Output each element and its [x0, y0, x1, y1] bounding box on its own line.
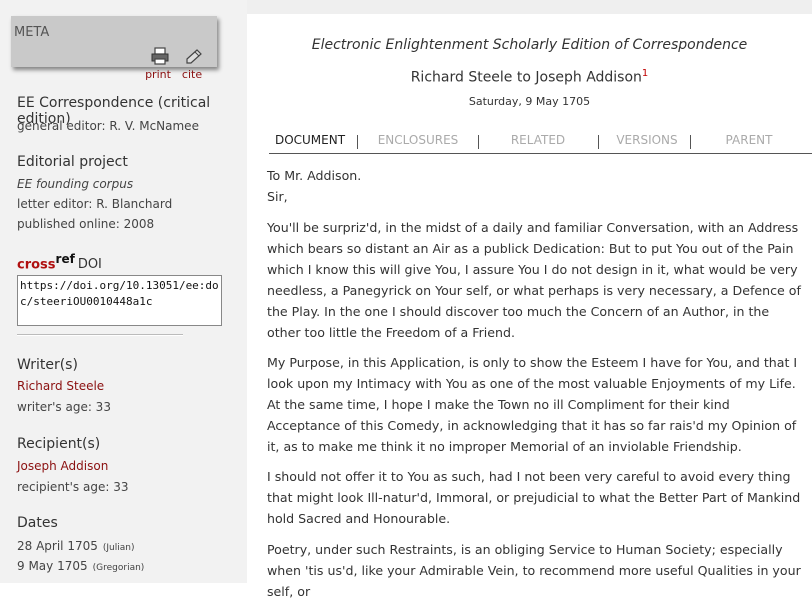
- top-bar: [247, 0, 812, 14]
- letter-title: Richard Steele to Joseph Addison1: [247, 68, 812, 86]
- print-button[interactable]: print: [140, 46, 176, 86]
- general-editor: general editor: R. V. McNamee: [17, 119, 199, 133]
- letter-paragraph: My Purpose, in this Application, is only…: [267, 355, 798, 454]
- gregorian-label: (Gregorian): [92, 563, 145, 573]
- meta-title: META: [14, 25, 50, 40]
- letter-paragraph: I should not offer it to You as such, ha…: [267, 469, 801, 526]
- tab-separator: [357, 135, 358, 149]
- writer-age: writer's age: 33: [17, 400, 111, 414]
- julian-label: (Julian): [102, 543, 135, 553]
- project-heading: Editorial project: [17, 154, 128, 170]
- crossref-logo-cross: cross: [17, 257, 56, 273]
- meta-panel: META print cite: [11, 16, 217, 81]
- date-julian: 28 April 1705 (Julian): [17, 539, 134, 553]
- letter-title-text: Richard Steele to Joseph Addison: [410, 69, 642, 86]
- letter-paragraph: You'll be surpriz'd, in the midst of a d…: [267, 220, 801, 340]
- project-name: EE founding corpus: [17, 177, 134, 191]
- letter-paragraph: Poetry, under such Restraints, is an obl…: [267, 542, 801, 599]
- dates-heading: Dates: [17, 515, 58, 531]
- date-julian-value: 28 April 1705: [17, 539, 98, 553]
- recipients-heading: Recipient(s): [17, 436, 101, 452]
- date-gregorian-value: 9 May 1705: [17, 559, 88, 573]
- date-gregorian: 9 May 1705 (Gregorian): [17, 559, 144, 573]
- writers-heading: Writer(s): [17, 357, 78, 373]
- print-label: print: [145, 68, 171, 81]
- doi-label: DOI: [77, 257, 102, 273]
- crossref-doi-label: crossref DOI: [17, 252, 102, 272]
- tab-versions[interactable]: VERSIONS: [609, 133, 685, 151]
- printer-icon: [151, 47, 169, 65]
- crossref-logo-ref: ref: [55, 252, 75, 266]
- tab-related[interactable]: RELATED: [499, 133, 577, 151]
- cite-button[interactable]: cite: [174, 46, 210, 86]
- published-online: published online: 2008: [17, 217, 155, 231]
- tab-separator: [690, 135, 691, 149]
- letter-panel: Electronic Enlightenment Scholarly Editi…: [247, 0, 812, 599]
- recipient-link[interactable]: Joseph Addison: [17, 459, 108, 473]
- tab-document[interactable]: DOCUMENT: [271, 133, 349, 151]
- pencil-icon: [186, 49, 202, 64]
- salutation-sir: Sir,: [267, 189, 288, 204]
- letter-date: Saturday, 9 May 1705: [468, 95, 591, 108]
- letter-editor: letter editor: R. Blanchard: [17, 197, 173, 211]
- doi-field[interactable]: https://doi.org/10.13051/ee:doc/steeriOU…: [17, 275, 222, 326]
- document-tabs: DOCUMENT ENCLOSURES RELATED VERSIONS PAR…: [269, 133, 812, 154]
- recipient-age: recipient's age: 33: [17, 480, 129, 494]
- cite-label: cite: [181, 68, 203, 81]
- footnote-marker[interactable]: 1: [642, 68, 648, 79]
- divider: [17, 334, 183, 336]
- metadata-sidebar: META print cite EE Correspondence (criti…: [0, 0, 247, 583]
- tab-enclosures[interactable]: ENCLOSURES: [369, 133, 467, 151]
- writer-link[interactable]: Richard Steele: [17, 379, 104, 393]
- salutation-address: To Mr. Addison.: [267, 168, 362, 183]
- tab-parent[interactable]: PARENT: [717, 133, 781, 151]
- tab-separator: [598, 135, 599, 149]
- edition-header: Electronic Enlightenment Scholarly Editi…: [311, 37, 748, 53]
- tab-separator: [478, 135, 479, 149]
